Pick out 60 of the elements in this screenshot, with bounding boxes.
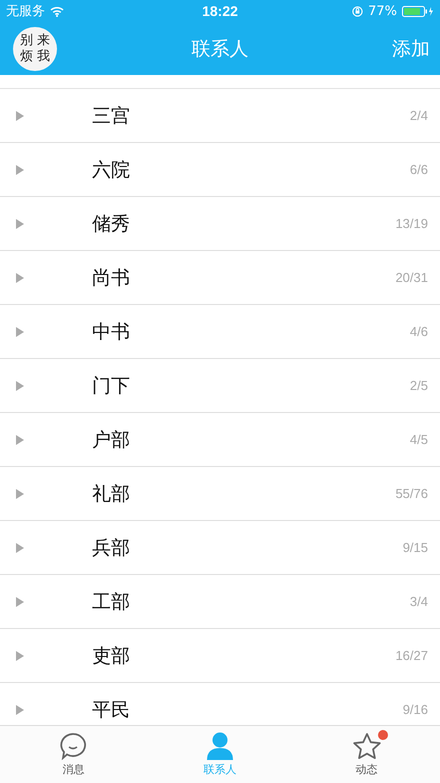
group-count: 6/6 [410, 162, 428, 177]
expand-arrow-icon[interactable] [16, 218, 24, 228]
group-row[interactable]: 礼部 55/76 [0, 467, 440, 521]
group-count: 3/4 [410, 594, 428, 609]
group-count: 2/5 [410, 378, 428, 393]
group-row[interactable]: 户部 4/5 [0, 413, 440, 467]
group-row[interactable]: 门下 2/5 [0, 359, 440, 413]
expand-arrow-icon[interactable] [16, 650, 24, 660]
expand-arrow-icon[interactable] [16, 488, 24, 498]
carrier-text: 无服务 [6, 3, 45, 20]
group-count: 20/31 [395, 270, 428, 285]
wifi-icon [50, 6, 64, 16]
group-row[interactable]: 储秀 13/19 [0, 197, 440, 251]
group-name: 六院 [92, 158, 131, 182]
group-count: 16/27 [395, 648, 428, 663]
group-count: 13/19 [395, 216, 428, 231]
group-row[interactable]: 六院 6/6 [0, 143, 440, 197]
group-name: 三宫 [92, 104, 131, 128]
group-row[interactable]: 工部 3/4 [0, 575, 440, 629]
group-name: 储秀 [92, 212, 131, 236]
page-title: 联系人 [192, 36, 248, 62]
expand-arrow-icon[interactable] [16, 326, 24, 336]
group-count: 4/6 [410, 324, 428, 339]
avatar[interactable]: 别 来 烦 我 [13, 26, 57, 70]
group-count: 55/76 [395, 486, 428, 501]
person-icon [205, 732, 235, 760]
group-name: 门下 [92, 374, 131, 398]
group-name: 尚书 [92, 266, 131, 290]
group-row[interactable]: 吏部 16/27 [0, 629, 440, 683]
battery-icon [402, 6, 434, 16]
star-icon [352, 732, 382, 760]
group-row[interactable]: 三宫 2/4 [0, 89, 440, 143]
group-count: 2/4 [410, 108, 428, 123]
expand-arrow-icon[interactable] [16, 164, 24, 174]
expand-arrow-icon[interactable] [16, 542, 24, 552]
group-name: 兵部 [92, 536, 131, 560]
status-time: 18:22 [202, 3, 238, 19]
group-name: 户部 [92, 428, 131, 452]
expand-arrow-icon[interactable] [16, 110, 24, 120]
group-row[interactable]: 中书 4/6 [0, 305, 440, 359]
tab[interactable]: 动态 [293, 726, 440, 783]
group-name: 礼部 [92, 482, 131, 506]
group-row[interactable]: 兵部 9/15 [0, 521, 440, 575]
tab[interactable]: 消息 [0, 726, 147, 783]
expand-arrow-icon[interactable] [16, 434, 24, 444]
group-name: 平民 [92, 698, 131, 722]
group-name: 工部 [92, 590, 131, 614]
expand-arrow-icon[interactable] [16, 596, 24, 606]
expand-arrow-icon[interactable] [16, 380, 24, 390]
group-row[interactable]: 尚书 20/31 [0, 251, 440, 305]
group-count: 9/16 [402, 702, 428, 717]
expand-arrow-icon[interactable] [16, 704, 24, 714]
chat-bubble-icon [59, 732, 88, 760]
battery-percent: 77% [368, 4, 397, 18]
group-name: 吏部 [92, 644, 131, 668]
group-count: 9/15 [402, 540, 428, 555]
expand-arrow-icon[interactable] [16, 272, 24, 282]
rotation-lock-icon [352, 6, 364, 16]
group-name: 中书 [92, 320, 131, 344]
group-count: 4/5 [410, 432, 428, 447]
